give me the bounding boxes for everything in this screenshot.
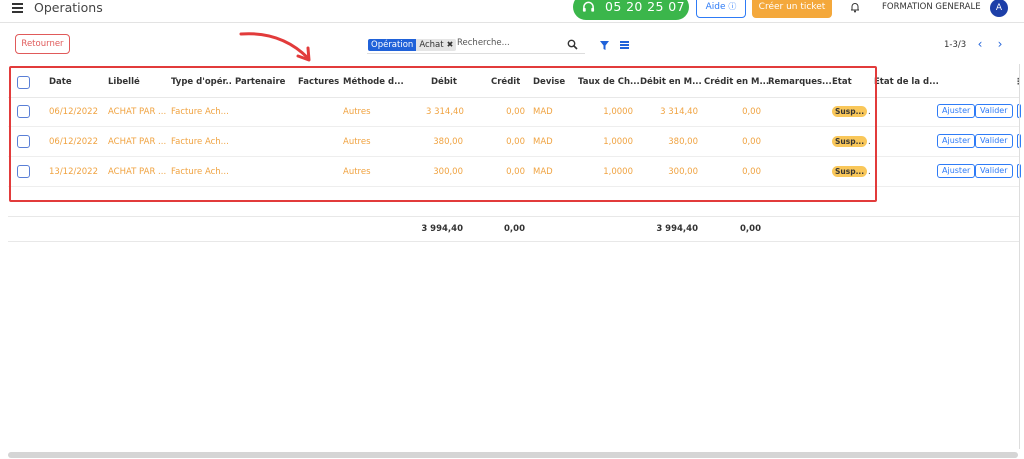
top-divider [0, 22, 1024, 23]
total-credit: 0,00 [504, 224, 525, 234]
bell-icon[interactable] [849, 1, 861, 13]
support-phone-number: 05 20 25 07 07 [605, 0, 685, 40]
page-title: Operations [34, 0, 103, 15]
adjust-button[interactable]: Ajuster [937, 164, 976, 178]
question-icon: ⓘ [728, 2, 737, 11]
list-view-icon[interactable] [620, 41, 629, 49]
facet-name: Opération [368, 39, 417, 51]
help-label: Aide [705, 2, 726, 12]
horizontal-scrollbar[interactable] [8, 452, 1018, 458]
table-right-border [1019, 64, 1020, 449]
adjust-button[interactable]: Ajuster [937, 134, 976, 148]
search-bar: Opération Achat ✖ [367, 36, 585, 54]
total-credit-mad: 0,00 [740, 224, 761, 234]
filter-icon[interactable] [600, 41, 609, 50]
adjust-button[interactable]: Ajuster [937, 104, 976, 118]
total-debit-mad: 3 994,40 [656, 224, 698, 234]
column-header-etat-document[interactable]: État de la d... [874, 77, 939, 87]
chevron-left-icon[interactable]: ‹ [974, 37, 986, 51]
validate-button[interactable]: Valider [975, 164, 1013, 178]
search-input[interactable] [457, 38, 557, 48]
search-icon[interactable] [567, 39, 578, 50]
validate-button[interactable]: Valider [975, 104, 1013, 118]
validate-button[interactable]: Valider [975, 134, 1013, 148]
back-button[interactable]: Retourner [15, 34, 70, 54]
support-phone-button[interactable]: 05 20 25 07 07 [573, 0, 689, 40]
hamburger-menu-icon[interactable] [12, 3, 23, 13]
chevron-right-icon[interactable]: › [994, 37, 1006, 51]
pager-value[interactable]: 1-3/3 [944, 40, 966, 50]
facet-value: Achat ✖ [416, 39, 457, 51]
totals-row: 3 994,40 0,00 3 994,40 0,00 [8, 216, 1020, 242]
annotation-arrow-icon [239, 32, 311, 62]
company-name[interactable]: FORMATION GENERALE [882, 2, 981, 12]
help-button[interactable]: Aide ⓘ [696, 0, 746, 18]
annotation-highlight-box [9, 66, 877, 202]
total-debit: 3 994,40 [421, 224, 463, 234]
remove-facet-icon[interactable]: ✖ [447, 39, 454, 51]
create-ticket-button[interactable]: Créer un ticket [752, 0, 832, 18]
facet-value-text: Achat [419, 40, 444, 50]
search-facet: Opération Achat ✖ [368, 39, 457, 51]
top-bar: Operations 05 20 25 07 07 Aide ⓘ Créer u… [0, 0, 1024, 40]
avatar[interactable]: A [990, 0, 1008, 17]
headset-icon [582, 1, 595, 12]
